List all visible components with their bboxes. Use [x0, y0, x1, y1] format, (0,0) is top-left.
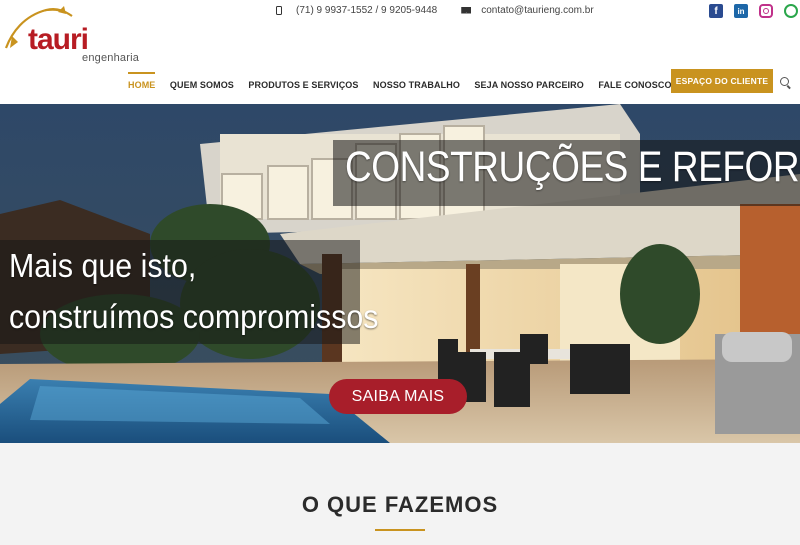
main-nav: HOME QUEM SOMOS PRODUTOS E SERVIÇOS NOSS…	[128, 72, 727, 98]
client-area-button[interactable]: ESPAÇO DO CLIENTE	[671, 69, 773, 93]
nav-quem-somos[interactable]: QUEM SOMOS	[170, 72, 234, 98]
envelope-icon	[461, 6, 472, 14]
nav-fale-conosco[interactable]: FALE CONOSCO	[598, 72, 671, 98]
nav-seja-parceiro[interactable]: SEJA NOSSO PARCEIRO	[474, 72, 583, 98]
hero-tagline-line2: construímos compromissos	[9, 298, 379, 335]
linkedin-icon[interactable]: in	[734, 4, 748, 18]
saiba-mais-button[interactable]: SAIBA MAIS	[329, 379, 467, 414]
phone-icon	[276, 5, 282, 15]
services-section: O QUE FAZEMOS	[0, 443, 800, 545]
site-header: tauri engenharia (71) 9 9937-1552 / 9 92…	[0, 0, 800, 104]
facebook-icon[interactable]: f	[709, 4, 723, 18]
email-contact[interactable]: contato@taurieng.com.br	[437, 4, 594, 16]
social-links: f in	[709, 4, 800, 18]
email-address: contato@taurieng.com.br	[481, 4, 594, 16]
hero-banner: CONSTRUÇÕES E REFORMAS Mais que isto, co…	[0, 104, 800, 443]
whatsapp-icon[interactable]	[784, 4, 798, 18]
svg-text:tauri: tauri	[28, 23, 88, 56]
phone-contact[interactable]: (71) 9 9937-1552 / 9 9205-9448	[270, 5, 437, 16]
search-icon[interactable]	[780, 77, 791, 88]
nav-home[interactable]: HOME	[128, 72, 156, 98]
logo-subtitle: engenharia	[82, 52, 140, 64]
instagram-icon[interactable]	[759, 4, 773, 18]
hero-tagline-line1: Mais que isto,	[9, 247, 197, 284]
nav-nosso-trabalho[interactable]: NOSSO TRABALHO	[373, 72, 460, 98]
title-underline	[375, 529, 425, 531]
section-title: O QUE FAZEMOS	[301, 492, 499, 517]
phone-number: (71) 9 9937-1552 / 9 9205-9448	[296, 4, 438, 16]
nav-produtos-servicos[interactable]: PRODUTOS E SERVIÇOS	[248, 72, 358, 98]
hero-headline: CONSTRUÇÕES E REFORMAS	[345, 143, 800, 191]
logo[interactable]: tauri engenharia	[2, 2, 142, 64]
contact-bar: (71) 9 9937-1552 / 9 9205-9448 contato@t…	[270, 3, 594, 17]
